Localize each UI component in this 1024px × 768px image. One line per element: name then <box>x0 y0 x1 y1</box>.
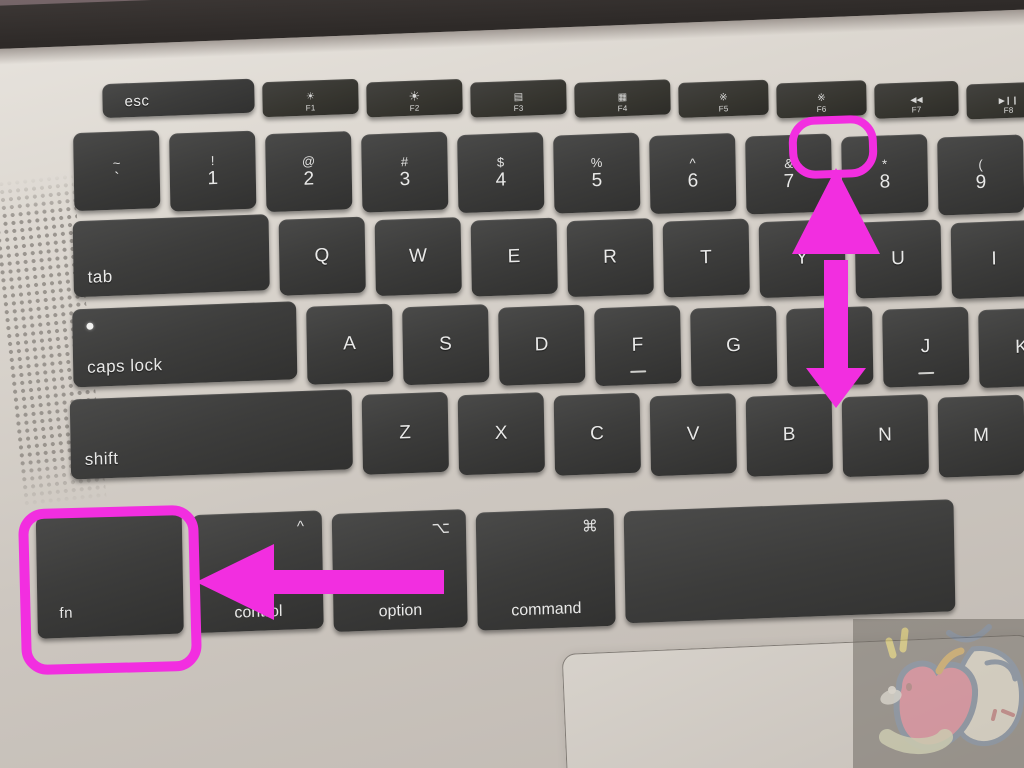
home-row-bar-f <box>630 370 647 373</box>
key-s[interactable]: S <box>402 304 490 386</box>
control-caret-icon: ^ <box>296 518 305 536</box>
key-t[interactable]: T <box>662 218 750 298</box>
key-f3[interactable]: ▤ F3 <box>470 79 567 118</box>
launchpad-icon: ▦ <box>617 91 628 104</box>
key-g[interactable]: G <box>690 305 778 387</box>
key-z[interactable]: Z <box>361 391 449 475</box>
key-j[interactable]: J <box>882 306 970 388</box>
play-pause-icon: ▶❙❙ <box>998 95 1019 106</box>
key-b[interactable]: B <box>745 393 834 477</box>
illustration-watermark <box>853 619 1024 768</box>
key-control[interactable]: ^ control <box>191 510 324 634</box>
key-c[interactable]: C <box>553 392 641 476</box>
key-a[interactable]: A <box>306 303 394 385</box>
key-7[interactable]: & 7 <box>745 133 833 215</box>
key-caps-lock[interactable]: caps lock <box>72 301 298 388</box>
key-v[interactable]: V <box>649 393 737 477</box>
key-f2[interactable]: ☀ F2 <box>366 78 463 118</box>
key-k[interactable]: K <box>978 307 1024 389</box>
keyboard-backlight-up-icon: ※ <box>817 92 826 104</box>
key-h[interactable]: H <box>786 306 874 388</box>
key-3[interactable]: # 3 <box>361 131 449 213</box>
key-x[interactable]: X <box>457 392 545 476</box>
key-m[interactable]: M <box>937 394 1024 478</box>
brightness-up-icon: ☀ <box>408 88 421 104</box>
screenshot-root: VURL ショント一部(スツアーあり) MacBook Pro esc ☀ F1… <box>0 0 1024 768</box>
key-8[interactable]: * 8 <box>841 133 929 216</box>
key-9[interactable]: ( 9 <box>937 134 1024 216</box>
option-icon: ⌥ <box>431 519 451 538</box>
key-n[interactable]: N <box>841 394 930 478</box>
key-spacebar[interactable] <box>623 499 956 624</box>
key-i[interactable]: I <box>950 219 1024 300</box>
key-backtick[interactable]: ~ ` <box>73 130 161 212</box>
home-row-bar-j <box>918 371 935 375</box>
key-6[interactable]: ^ 6 <box>649 132 737 215</box>
key-e[interactable]: E <box>470 217 558 297</box>
key-2[interactable]: @ 2 <box>265 131 353 213</box>
key-q[interactable]: Q <box>278 216 366 296</box>
key-f6[interactable]: ※ F6 <box>776 80 867 119</box>
rewind-icon: ◀◀ <box>910 95 923 105</box>
key-shift-left[interactable]: shift <box>69 389 353 480</box>
key-tab[interactable]: tab <box>72 214 270 298</box>
key-d[interactable]: D <box>498 304 586 386</box>
command-icon: ⌘ <box>581 518 599 536</box>
key-f4[interactable]: ▦ F4 <box>574 79 671 118</box>
key-fn[interactable]: fn <box>35 511 184 639</box>
key-f5[interactable]: ※ F5 <box>678 79 769 119</box>
keyboard-backlight-down-icon: ※ <box>719 92 728 104</box>
key-r[interactable]: R <box>566 218 654 298</box>
key-option[interactable]: ⌥ option <box>331 509 468 632</box>
key-command[interactable]: ⌘ command <box>475 507 616 631</box>
key-w[interactable]: W <box>374 217 462 297</box>
key-f7[interactable]: ◀◀ F7 <box>874 80 959 119</box>
key-5[interactable]: % 5 <box>553 132 641 214</box>
mission-control-icon: ▤ <box>513 91 524 104</box>
key-1[interactable]: ! 1 <box>169 130 257 212</box>
caps-lock-indicator <box>86 322 94 330</box>
brightness-down-icon: ☀ <box>305 91 316 103</box>
key-u[interactable]: U <box>854 219 942 299</box>
key-f[interactable]: F <box>594 305 682 387</box>
key-f8[interactable]: ▶❙❙ F8 <box>966 81 1024 120</box>
key-esc[interactable]: esc <box>102 78 255 119</box>
key-4[interactable]: $ 4 <box>457 131 545 214</box>
key-f1[interactable]: ☀ F1 <box>262 78 359 118</box>
key-y[interactable]: Y <box>758 218 846 299</box>
